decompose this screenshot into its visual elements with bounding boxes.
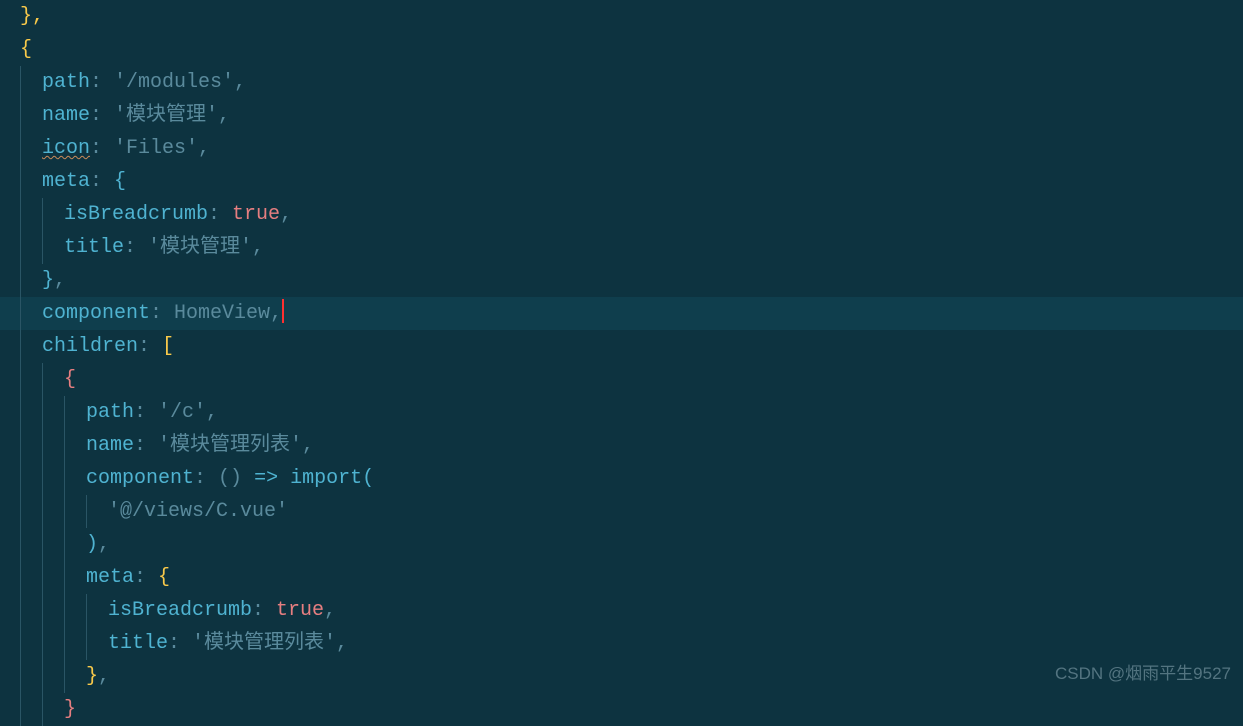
brace-close: }	[86, 665, 98, 688]
code-line: path: '/modules',	[0, 66, 1243, 99]
key: isBreadcrumb	[64, 203, 208, 226]
key: children	[42, 335, 138, 358]
brace-open: {	[114, 170, 126, 193]
key: meta	[86, 566, 134, 589]
key: name	[42, 104, 90, 127]
string: '模块管理'	[114, 104, 218, 127]
identifier: HomeView	[174, 302, 270, 325]
code-line: children: [	[0, 330, 1243, 363]
string: '模块管理列表'	[192, 632, 336, 655]
code-line: },	[0, 0, 1243, 33]
string: '/modules'	[114, 71, 234, 94]
bool: true	[276, 599, 324, 622]
code-line: name: '模块管理',	[0, 99, 1243, 132]
key: title	[64, 236, 124, 259]
string: '模块管理'	[148, 236, 252, 259]
import-keyword: import	[290, 467, 362, 490]
paren-close: )	[86, 533, 98, 556]
code-line: {	[0, 363, 1243, 396]
code-line: '@/views/C.vue'	[0, 495, 1243, 528]
string: '模块管理列表'	[158, 434, 302, 457]
code-line: meta: {	[0, 165, 1243, 198]
code-line: meta: {	[0, 561, 1243, 594]
code-line: name: '模块管理列表',	[0, 429, 1243, 462]
brace: },	[20, 5, 44, 28]
code-line: },	[0, 264, 1243, 297]
bracket-open: [	[162, 335, 174, 358]
cursor	[282, 299, 284, 323]
arrow: =>	[254, 467, 278, 490]
brace-open: {	[158, 566, 170, 589]
code-line: component: () => import(	[0, 462, 1243, 495]
key: icon	[42, 137, 90, 160]
key: component	[86, 467, 194, 490]
key: meta	[42, 170, 90, 193]
string: 'Files'	[114, 137, 198, 160]
code-line: {	[0, 33, 1243, 66]
bool: true	[232, 203, 280, 226]
key: title	[108, 632, 168, 655]
key: component	[42, 302, 150, 325]
code-line: icon: 'Files',	[0, 132, 1243, 165]
string: '/c'	[158, 401, 206, 424]
brace-close: }	[64, 698, 76, 721]
watermark: CSDN @烟雨平生9527	[1055, 657, 1231, 690]
code-line: title: '模块管理列表',	[0, 627, 1243, 660]
key: path	[86, 401, 134, 424]
code-line: ),	[0, 528, 1243, 561]
key: isBreadcrumb	[108, 599, 252, 622]
code-line: path: '/c',	[0, 396, 1243, 429]
brace: {	[20, 38, 32, 61]
key: name	[86, 434, 134, 457]
key: path	[42, 71, 90, 94]
code-line: isBreadcrumb: true,	[0, 198, 1243, 231]
code-line: title: '模块管理',	[0, 231, 1243, 264]
code-line-active: component: HomeView,	[0, 297, 1243, 330]
brace-close: }	[42, 269, 54, 292]
code-line: isBreadcrumb: true,	[0, 594, 1243, 627]
brace-open: {	[64, 368, 76, 391]
string: '@/views/C.vue'	[108, 500, 288, 523]
code-editor[interactable]: }, { path: '/modules', name: '模块管理', ico…	[0, 0, 1243, 726]
paren-open: (	[362, 467, 374, 490]
